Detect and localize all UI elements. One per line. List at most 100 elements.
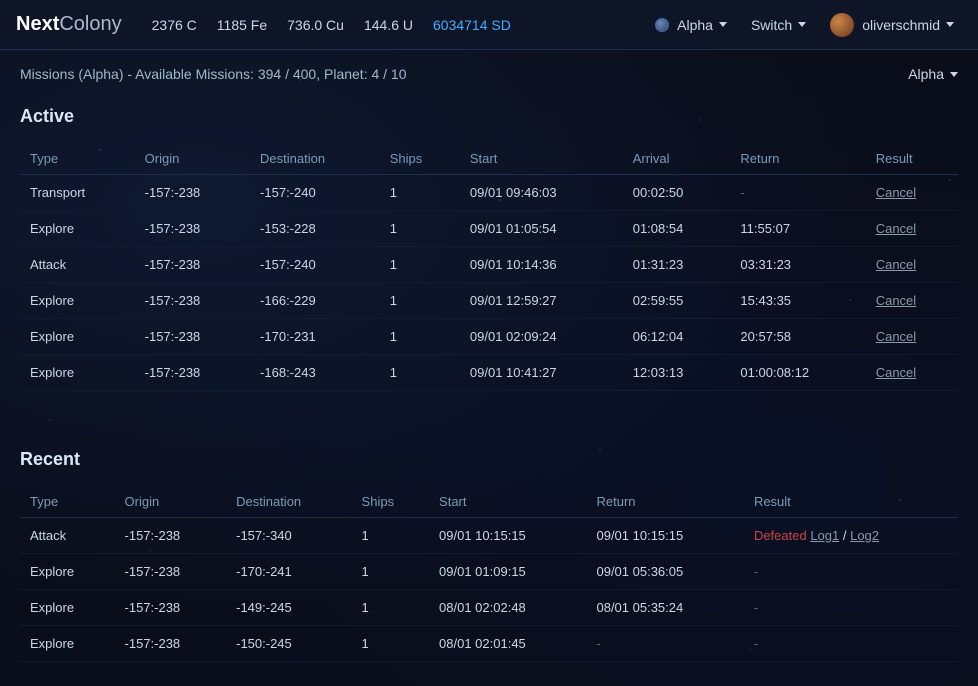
cell-return: 08/01 05:35:24 bbox=[586, 590, 743, 626]
cell-return: 03:31:23 bbox=[730, 247, 865, 283]
cancel-button[interactable]: Cancel bbox=[876, 257, 916, 272]
cell-arrival: 01:08:54 bbox=[623, 211, 731, 247]
cancel-button[interactable]: Cancel bbox=[876, 329, 916, 344]
cell-result: - bbox=[744, 590, 958, 626]
cell-start: 09/01 01:09:15 bbox=[429, 554, 586, 590]
cell-destination: -168:-243 bbox=[250, 355, 380, 391]
cell-destination: -153:-228 bbox=[250, 211, 380, 247]
cell-origin: -157:-238 bbox=[135, 319, 250, 355]
alpha-filter-label: Alpha bbox=[908, 66, 944, 82]
cell-origin: -157:-238 bbox=[115, 554, 227, 590]
col-header-ships: Ships bbox=[380, 143, 460, 175]
cell-return: - bbox=[586, 626, 743, 662]
cell-ships: 1 bbox=[380, 247, 460, 283]
cell-start: 09/01 10:14:36 bbox=[460, 247, 623, 283]
log1-button[interactable]: Log1 bbox=[810, 528, 839, 543]
cell-start: 09/01 02:09:24 bbox=[460, 319, 623, 355]
cell-destination: -170:-241 bbox=[226, 554, 351, 590]
result-dash: - bbox=[754, 636, 758, 651]
brand: NextColony bbox=[16, 13, 122, 36]
recent-section-title: Recent bbox=[20, 441, 958, 470]
cell-ships: 1 bbox=[352, 590, 429, 626]
cell-destination: -150:-245 bbox=[226, 626, 351, 662]
col-header-destination-r: Destination bbox=[226, 486, 351, 518]
cell-destination: -149:-245 bbox=[226, 590, 351, 626]
cell-type: Explore bbox=[20, 554, 115, 590]
cell-ships: 1 bbox=[352, 554, 429, 590]
col-header-destination: Destination bbox=[250, 143, 380, 175]
cell-type: Explore bbox=[20, 211, 135, 247]
cell-type: Transport bbox=[20, 175, 135, 211]
cell-return: 15:43:35 bbox=[730, 283, 865, 319]
alpha-filter-button[interactable]: Alpha bbox=[908, 66, 958, 82]
col-header-result-r: Result bbox=[744, 486, 958, 518]
cell-type: Explore bbox=[20, 626, 115, 662]
cell-result: - bbox=[744, 554, 958, 590]
switch-button[interactable]: Switch bbox=[743, 13, 814, 37]
cell-result[interactable]: Cancel bbox=[866, 355, 958, 391]
cell-destination: -157:-340 bbox=[226, 518, 351, 554]
cell-origin: -157:-238 bbox=[135, 247, 250, 283]
cancel-button[interactable]: Cancel bbox=[876, 185, 916, 200]
cell-return: 09/01 10:15:15 bbox=[586, 518, 743, 554]
col-header-return-r: Return bbox=[586, 486, 743, 518]
active-table-header-row: Type Origin Destination Ships Start Arri… bbox=[20, 143, 958, 175]
cell-origin: -157:-238 bbox=[115, 518, 227, 554]
col-header-origin-r: Origin bbox=[115, 486, 227, 518]
user-label: oliverschmid bbox=[862, 17, 940, 33]
user-avatar-icon bbox=[830, 13, 854, 37]
uranium-resource: 144.6 U bbox=[364, 17, 413, 33]
col-header-start-r: Start bbox=[429, 486, 586, 518]
table-row: Explore -157:-238 -153:-228 1 09/01 01:0… bbox=[20, 211, 958, 247]
cell-result[interactable]: Cancel bbox=[866, 319, 958, 355]
brand-part2: Colony bbox=[59, 13, 121, 35]
cell-start: 09/01 09:46:03 bbox=[460, 175, 623, 211]
active-section-title: Active bbox=[20, 98, 958, 127]
cell-start: 08/01 02:01:45 bbox=[429, 626, 586, 662]
sd-resource[interactable]: 6034714 SD bbox=[433, 17, 511, 33]
planet-label: Alpha bbox=[677, 17, 713, 33]
recent-missions-table: Type Origin Destination Ships Start Retu… bbox=[20, 486, 958, 662]
main-content: Active Type Origin Destination Ships Sta… bbox=[0, 98, 978, 662]
cell-ships: 1 bbox=[380, 355, 460, 391]
sub-header: Missions (Alpha) - Available Missions: 3… bbox=[0, 50, 978, 98]
cell-start: 09/01 10:15:15 bbox=[429, 518, 586, 554]
switch-caret-icon bbox=[798, 22, 806, 27]
table-row: Explore -157:-238 -150:-245 1 08/01 02:0… bbox=[20, 626, 958, 662]
cancel-button[interactable]: Cancel bbox=[876, 293, 916, 308]
cell-origin: -157:-238 bbox=[135, 211, 250, 247]
cell-type: Attack bbox=[20, 518, 115, 554]
cell-result[interactable]: Cancel bbox=[866, 211, 958, 247]
cell-return: 11:55:07 bbox=[730, 211, 865, 247]
cell-origin: -157:-238 bbox=[115, 626, 227, 662]
cell-result: - bbox=[744, 626, 958, 662]
col-header-type-r: Type bbox=[20, 486, 115, 518]
table-row: Explore -157:-238 -170:-231 1 09/01 02:0… bbox=[20, 319, 958, 355]
planet-selector[interactable]: Alpha bbox=[647, 13, 735, 37]
cell-return: 01:00:08:12 bbox=[730, 355, 865, 391]
cell-result[interactable]: Cancel bbox=[866, 283, 958, 319]
cell-result[interactable]: Cancel bbox=[866, 175, 958, 211]
col-header-start: Start bbox=[460, 143, 623, 175]
user-menu[interactable]: oliverschmid bbox=[822, 9, 962, 41]
switch-label: Switch bbox=[751, 17, 792, 33]
cell-return: 20:57:58 bbox=[730, 319, 865, 355]
active-missions-table: Type Origin Destination Ships Start Arri… bbox=[20, 143, 958, 391]
cell-arrival: 00:02:50 bbox=[623, 175, 731, 211]
cell-ships: 1 bbox=[380, 211, 460, 247]
brand-part1: Next bbox=[16, 13, 59, 35]
result-dash: - bbox=[754, 600, 758, 615]
cell-origin: -157:-238 bbox=[135, 355, 250, 391]
cancel-button[interactable]: Cancel bbox=[876, 365, 916, 380]
table-row: Explore -157:-238 -170:-241 1 09/01 01:0… bbox=[20, 554, 958, 590]
iron-resource: 1185 Fe bbox=[217, 17, 267, 33]
cancel-button[interactable]: Cancel bbox=[876, 221, 916, 236]
cell-type: Explore bbox=[20, 355, 135, 391]
cell-arrival: 01:31:23 bbox=[623, 247, 731, 283]
cell-ships: 1 bbox=[352, 626, 429, 662]
cell-result[interactable]: Cancel bbox=[866, 247, 958, 283]
planet-icon bbox=[655, 18, 669, 32]
col-header-type: Type bbox=[20, 143, 135, 175]
log2-button[interactable]: Log2 bbox=[850, 528, 879, 543]
cell-destination: -157:-240 bbox=[250, 175, 380, 211]
